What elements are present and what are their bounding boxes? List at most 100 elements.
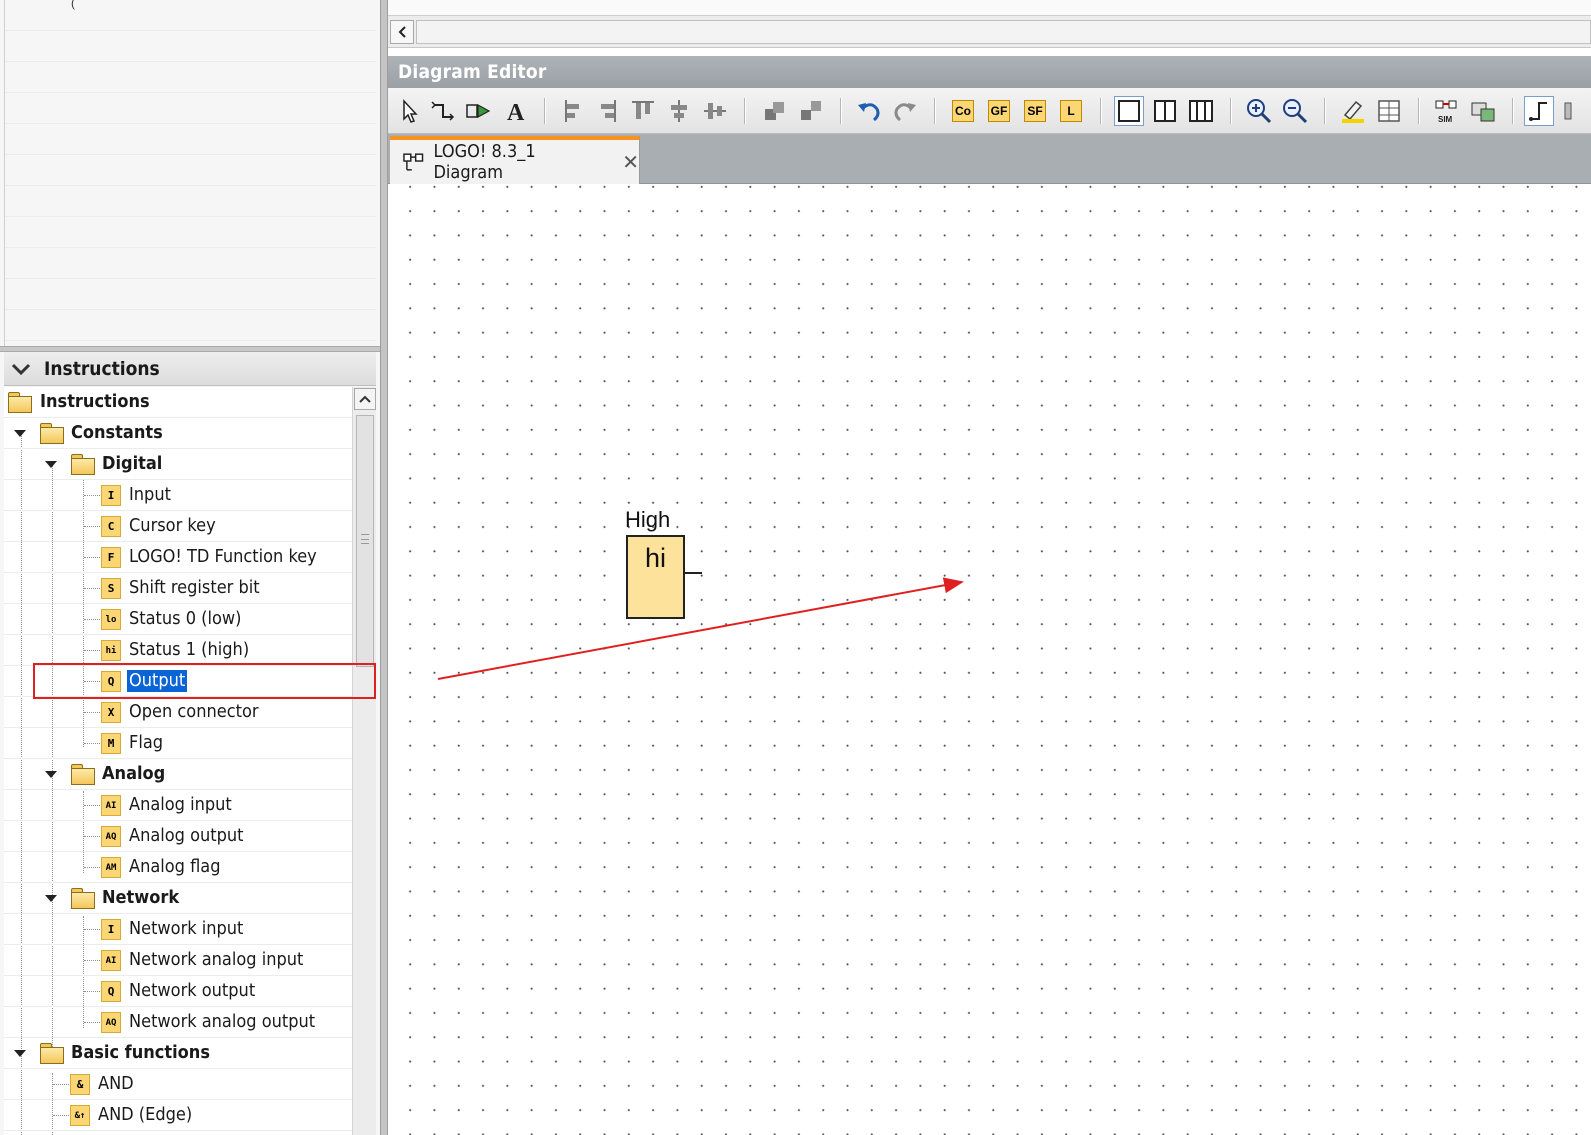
tree-item-and[interactable]: & AND xyxy=(4,1069,352,1100)
tree-item-label: Status 0 (low) xyxy=(129,608,242,629)
tree-connector xyxy=(53,1115,71,1116)
align-top-icon[interactable] xyxy=(628,96,658,126)
instructions-panel-header[interactable]: Instructions xyxy=(4,352,376,386)
tree-item-label: Input xyxy=(129,484,171,505)
tree-item-analog-input[interactable]: AI Analog input xyxy=(4,790,352,821)
align-v-icon[interactable] xyxy=(700,96,730,126)
online-test-icon[interactable] xyxy=(1468,96,1498,126)
tree-item-network-analog-input[interactable]: AI Network analog input xyxy=(4,945,352,976)
flag-block-icon: M xyxy=(101,733,121,754)
project-tree-area: ( xyxy=(4,0,376,346)
close-icon[interactable]: ✕ xyxy=(622,150,639,174)
tree-connector xyxy=(84,991,102,992)
chevron-down-icon[interactable] xyxy=(4,352,38,386)
scroll-up-icon[interactable] xyxy=(354,388,376,410)
tree-item-label: Analog output xyxy=(129,825,244,846)
svg-text:A: A xyxy=(507,100,525,125)
tree-connector xyxy=(84,650,102,651)
tree-item-label: Network analog input xyxy=(129,949,304,970)
view-double-icon[interactable] xyxy=(1150,96,1180,126)
tree-item-input[interactable]: I Input xyxy=(4,480,352,511)
tree-item-status-high[interactable]: hi Status 1 (high) xyxy=(4,635,352,666)
cursor-key-block-icon: C xyxy=(101,516,121,537)
tree-item-network-input[interactable]: I Network input xyxy=(4,914,352,945)
folder-icon xyxy=(8,392,32,413)
highlight-icon[interactable] xyxy=(1338,96,1368,126)
status-high-block-icon: hi xyxy=(101,640,121,661)
tree-item-instructions[interactable]: Instructions xyxy=(4,387,352,418)
tree-connector xyxy=(84,1022,102,1023)
tree-item-analog-output[interactable]: AQ Analog output xyxy=(4,821,352,852)
tree-item-label: Analog input xyxy=(129,794,232,815)
tree-item-digital[interactable]: Digital xyxy=(4,449,352,480)
tree-item-open-connector[interactable]: X Open connector xyxy=(4,697,352,728)
simulation-icon[interactable]: SIM xyxy=(1432,96,1462,126)
text-icon[interactable]: A xyxy=(500,96,530,126)
expand-arrow-icon[interactable] xyxy=(14,1050,26,1057)
view-triple-icon[interactable] xyxy=(1186,96,1216,126)
tree-connector xyxy=(84,557,102,558)
tree-connector xyxy=(84,743,102,744)
align-h-icon[interactable] xyxy=(664,96,694,126)
expand-arrow-icon[interactable] xyxy=(45,895,57,902)
tree-item-status-low[interactable]: lo Status 0 (low) xyxy=(4,604,352,635)
undo-icon[interactable] xyxy=(854,96,884,126)
gf-badge: GF xyxy=(988,100,1010,122)
zoom-in-icon[interactable] xyxy=(1244,96,1274,126)
scroll-left-icon[interactable] xyxy=(390,20,414,44)
route-icon[interactable] xyxy=(1524,96,1554,126)
scroll-thumb[interactable] xyxy=(356,415,374,667)
tree-item-network-output[interactable]: Q Network output xyxy=(4,976,352,1007)
tree-item-basic-functions[interactable]: Basic functions xyxy=(4,1038,352,1069)
gf-icon[interactable]: GF xyxy=(984,96,1014,126)
group-icon[interactable] xyxy=(760,96,790,126)
ungroup-icon[interactable] xyxy=(796,96,826,126)
tree-item-network[interactable]: Network xyxy=(4,883,352,914)
tree-scrollbar[interactable] xyxy=(352,387,376,1135)
tree-item-cursor-key[interactable]: C Cursor key xyxy=(4,511,352,542)
select-icon[interactable] xyxy=(394,96,424,126)
block-text: hi xyxy=(644,543,666,573)
connect-icon[interactable] xyxy=(428,96,458,126)
more-tools-icon[interactable] xyxy=(1560,96,1590,126)
block-icon[interactable] xyxy=(464,96,494,126)
horizontal-scrollbar[interactable] xyxy=(388,16,1591,48)
tree-item-and-edge[interactable]: &↑ AND (Edge) xyxy=(4,1100,352,1131)
high-constant-block[interactable]: hi xyxy=(626,535,685,619)
vertical-splitter[interactable] xyxy=(380,0,388,1135)
align-right-icon[interactable] xyxy=(592,96,622,126)
table-icon[interactable] xyxy=(1374,96,1404,126)
tree-item-label: Network output xyxy=(129,980,256,1001)
expand-arrow-icon[interactable] xyxy=(45,771,57,778)
tab-diagram[interactable]: LOGO! 8.3_1 Diagram ✕ xyxy=(390,136,640,184)
zoom-out-icon[interactable] xyxy=(1280,96,1310,126)
tree-connector xyxy=(84,805,102,806)
tree-item-flag[interactable]: M Flag xyxy=(4,728,352,759)
sf-icon[interactable]: SF xyxy=(1020,96,1050,126)
tree-connector xyxy=(84,836,102,837)
toolbar-separator xyxy=(744,98,746,124)
redo-icon[interactable] xyxy=(890,96,920,126)
network-output-block-icon: Q xyxy=(101,981,121,1002)
expand-arrow-icon[interactable] xyxy=(45,461,57,468)
align-left-icon[interactable] xyxy=(556,96,586,126)
tree-connector xyxy=(84,526,102,527)
instructions-panel-title: Instructions xyxy=(44,357,160,380)
tree-item-label: Open connector xyxy=(129,701,259,722)
tree-item-analog-flag[interactable]: AM Analog flag xyxy=(4,852,352,883)
scroll-track[interactable] xyxy=(416,20,1591,44)
co-icon[interactable]: Co xyxy=(948,96,978,126)
l-icon[interactable]: L xyxy=(1056,96,1086,126)
view-single-icon[interactable] xyxy=(1114,96,1144,126)
toolbar-separator xyxy=(1418,98,1420,124)
tree-item-network-analog-output[interactable]: AQ Network analog output xyxy=(4,1007,352,1038)
analog-output-block-icon: AQ xyxy=(101,826,121,847)
block-output-pin[interactable] xyxy=(685,572,702,574)
tree-item-function-key[interactable]: F LOGO! TD Function key xyxy=(4,542,352,573)
shift-register-block-icon: S xyxy=(101,578,121,599)
expand-arrow-icon[interactable] xyxy=(14,430,26,437)
diagram-canvas[interactable]: High hi xyxy=(388,185,1591,1135)
tree-item-analog[interactable]: Analog xyxy=(4,759,352,790)
tree-item-shift-register-bit[interactable]: S Shift register bit xyxy=(4,573,352,604)
tree-item-constants[interactable]: Constants xyxy=(4,418,352,449)
